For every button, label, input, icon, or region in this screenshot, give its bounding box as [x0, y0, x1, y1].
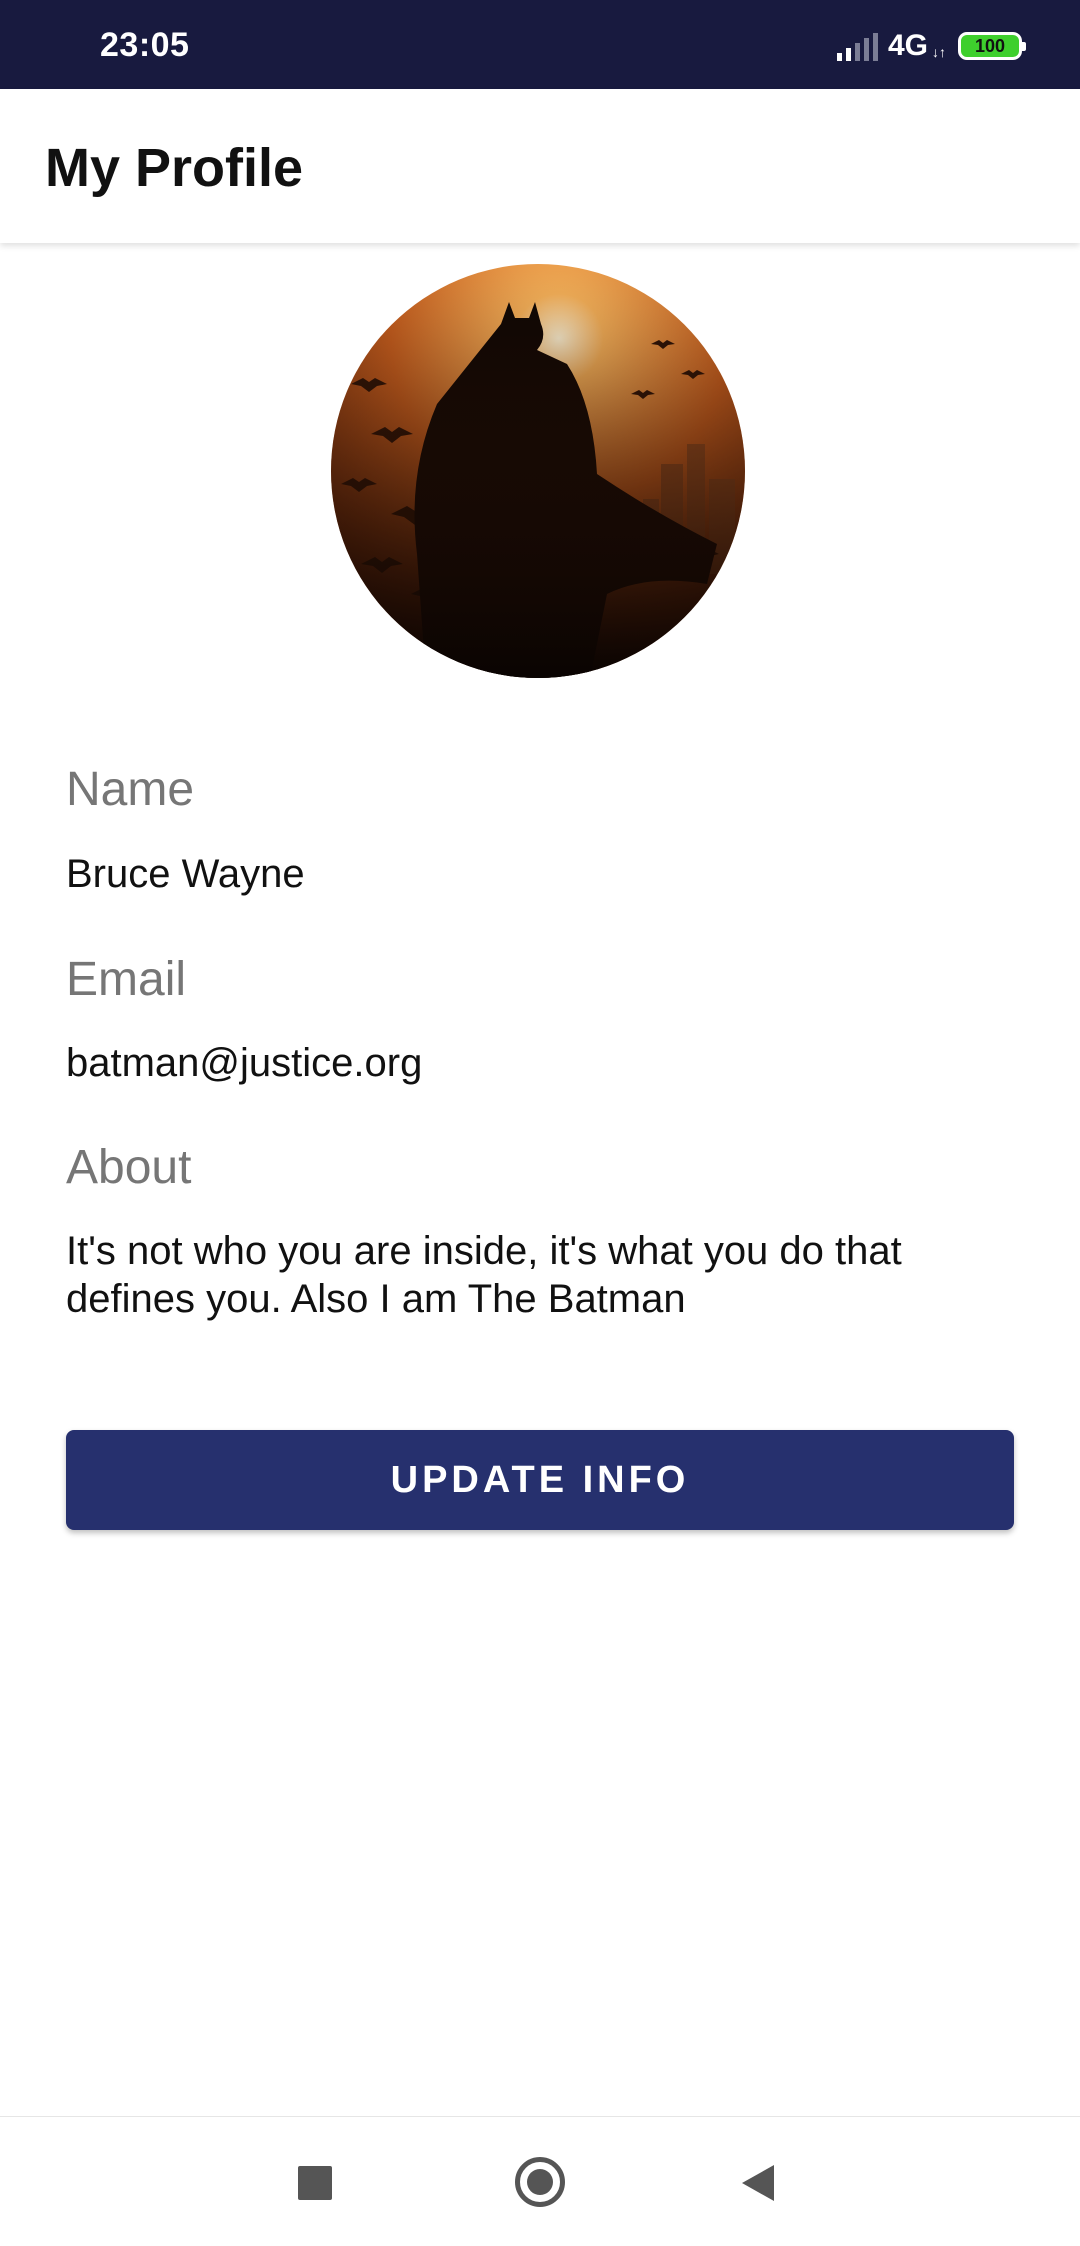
status-time: 23:05	[100, 26, 190, 64]
avatar-image	[331, 264, 745, 678]
about-value: It's not who you are inside, it's what y…	[66, 1229, 902, 1321]
email-label: Email	[66, 953, 187, 1006]
navigation-bar	[0, 2116, 1080, 2246]
recents-icon[interactable]	[298, 2166, 332, 2200]
back-icon[interactable]	[742, 2165, 774, 2201]
status-bar: 23:05 4G ↓↑ 100	[0, 0, 1080, 89]
profile-avatar[interactable]	[331, 264, 745, 678]
network-activity-icon: ↓↑	[932, 44, 946, 60]
network-type: 4G	[887, 29, 928, 62]
name-value: Bruce Wayne	[66, 852, 305, 896]
update-info-button[interactable]: UPDATE INFO	[66, 1430, 1014, 1530]
page-title: My Profile	[45, 138, 304, 198]
status-indicators: 4G ↓↑ 100	[836, 26, 1026, 66]
battery-level: 100	[974, 35, 1006, 56]
home-icon[interactable]	[515, 2157, 565, 2207]
about-label: About	[66, 1141, 192, 1194]
signal-icon	[836, 31, 878, 61]
name-label: Name	[66, 763, 195, 816]
email-value: batman@justice.org	[66, 1041, 423, 1085]
app-bar: My Profile	[0, 89, 1080, 243]
battery-icon: 100	[958, 32, 1026, 60]
